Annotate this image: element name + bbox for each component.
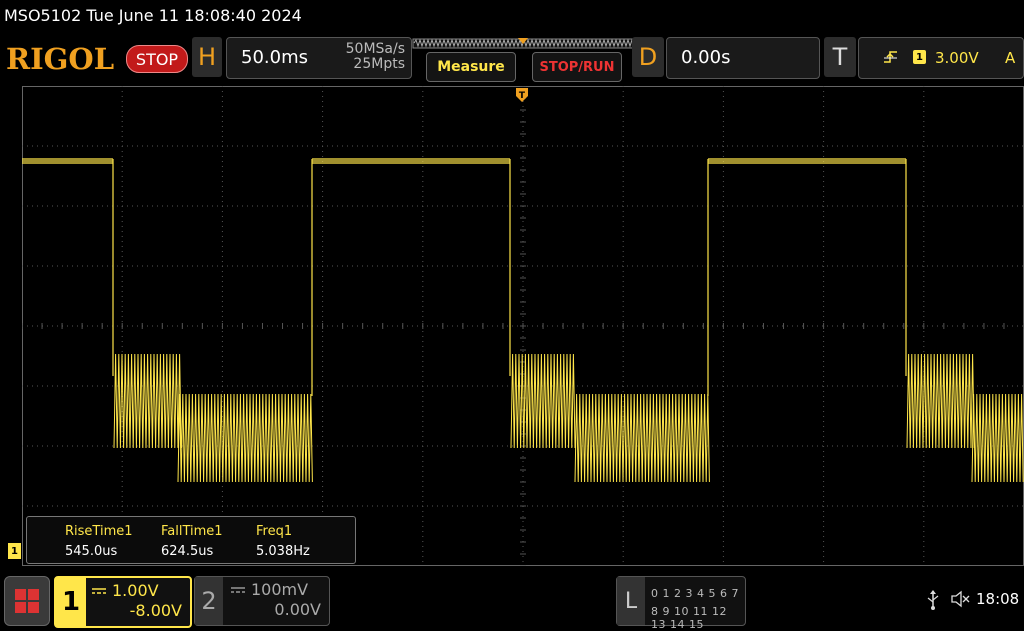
measurement-panel[interactable]: RiseTime1 545.0us FallTime1 624.5us Freq… bbox=[26, 516, 356, 564]
measure-button[interactable]: Measure bbox=[426, 52, 516, 82]
grid-menu-icon bbox=[15, 589, 39, 613]
channel1-level-marker[interactable]: 1 bbox=[8, 543, 21, 559]
channel2-number: 2 bbox=[195, 577, 223, 625]
waveform-display[interactable]: T bbox=[22, 86, 1024, 566]
rising-edge-icon bbox=[884, 51, 897, 63]
channel2-panel[interactable]: 2 100mV 0.00V bbox=[194, 576, 330, 626]
trigger-menu-button[interactable]: T bbox=[824, 37, 856, 77]
channel2-scale: 100mV bbox=[251, 580, 309, 599]
measurement-label: FallTime1 bbox=[161, 524, 223, 539]
sample-rate: 50MSa/s bbox=[345, 41, 405, 57]
clock: 18:08 bbox=[976, 590, 1020, 608]
acquisition-info: 50MSa/s 25Mpts bbox=[333, 42, 405, 72]
memory-position-indicator[interactable] bbox=[412, 36, 634, 50]
title-bar: MSO5102 Tue June 11 18:08:40 2024 bbox=[0, 0, 1024, 34]
window-title: MSO5102 Tue June 11 18:08:40 2024 bbox=[4, 6, 302, 25]
delay-panel[interactable]: 0.00s bbox=[666, 37, 820, 79]
dc-coupling-icon bbox=[231, 587, 245, 593]
run-state-badge[interactable]: STOP bbox=[126, 45, 188, 73]
delay-menu-button[interactable]: D bbox=[632, 37, 664, 77]
rigol-logo: RIGOL bbox=[6, 42, 115, 76]
graticule bbox=[22, 86, 1024, 566]
delay-value: 0.00s bbox=[681, 47, 731, 68]
dc-coupling-icon bbox=[92, 588, 106, 594]
memory-depth: 25Mpts bbox=[353, 56, 405, 72]
svg-text:T: T bbox=[519, 91, 526, 101]
usb-icon bbox=[927, 590, 939, 610]
mute-speaker-icon[interactable] bbox=[950, 590, 970, 608]
channel1-burst-waveform bbox=[113, 353, 1024, 483]
trigger-mode: A bbox=[1005, 49, 1016, 67]
channel2-offset: 0.00V bbox=[274, 600, 321, 619]
stop-run-button[interactable]: STOP/RUN bbox=[532, 52, 622, 82]
logic-channels-row1: 0 1 2 3 4 5 6 7 bbox=[651, 587, 739, 600]
channel1-panel[interactable]: 1 1.00V -8.00V bbox=[54, 576, 192, 628]
horizontal-panel[interactable]: 50.0ms 50MSa/s 25Mpts bbox=[226, 37, 412, 79]
trigger-level: 3.00V bbox=[935, 49, 979, 67]
measurement-value: 545.0us bbox=[65, 544, 118, 559]
measurement-value: 5.038Hz bbox=[256, 544, 310, 559]
trigger-source-badge: 1 bbox=[913, 50, 926, 64]
home-button[interactable] bbox=[4, 576, 50, 626]
channel1-scale: 1.00V bbox=[112, 581, 159, 600]
measurement-label: Freq1 bbox=[256, 524, 293, 539]
top-control-bar: RIGOL STOP H 50.0ms 50MSa/s 25Mpts Measu… bbox=[0, 34, 1024, 84]
measurement-value: 624.5us bbox=[161, 544, 214, 559]
logic-analyzer-panel[interactable]: L 0 1 2 3 4 5 6 7 8 9 10 11 12 13 14 15 bbox=[616, 576, 746, 631]
measurement-label: RiseTime1 bbox=[65, 524, 133, 539]
bottom-status-bar: 1 1.00V -8.00V 2 100mV 0.00V L 0 1 2 3 4… bbox=[0, 570, 1024, 631]
logic-channels-row2: 8 9 10 11 12 13 14 15 bbox=[651, 605, 727, 631]
channel1-offset: -8.00V bbox=[129, 601, 182, 620]
horizontal-menu-button[interactable]: H bbox=[192, 37, 222, 77]
timebase-value: 50.0ms bbox=[241, 47, 308, 68]
logic-letter: L bbox=[617, 577, 645, 625]
channel1-number: 1 bbox=[56, 578, 86, 626]
trigger-panel[interactable]: 1 3.00V A bbox=[858, 37, 1024, 79]
